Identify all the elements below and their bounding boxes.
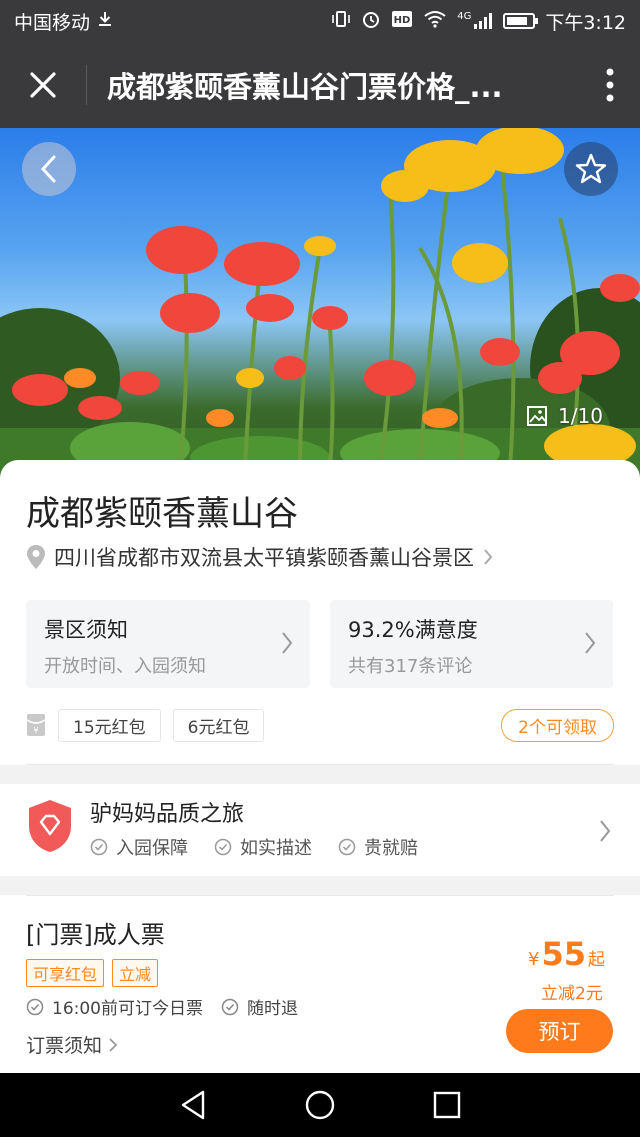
hero-image[interactable]: 1/10: [0, 128, 640, 478]
booking-notice-label: 订票须知: [26, 1035, 103, 1057]
nav-recents-button[interactable]: [427, 1085, 467, 1125]
status-left: 中国移动: [14, 8, 114, 35]
book-button[interactable]: 预订: [506, 1009, 613, 1053]
rating-title: 93.2%满意度: [348, 618, 478, 642]
photo-counter-text: 1/10: [558, 404, 603, 428]
shield-diamond-icon: [29, 800, 71, 852]
download-icon: [96, 10, 114, 32]
attraction-info-card: 成都紫颐香薰山谷 四川省成都市双流县太平镇紫颐香薰山谷景区 景区须知 开放时间、…: [0, 460, 640, 765]
address-text: 四川省成都市双流县太平镇紫颐香薰山谷景区: [54, 546, 474, 570]
chevron-right-icon: [109, 1037, 118, 1052]
network-type: 4G: [457, 11, 472, 22]
quality-feature-label: 贵就赔: [364, 838, 418, 859]
close-button[interactable]: [0, 42, 86, 128]
wifi-icon: [423, 10, 447, 32]
coupon-tag[interactable]: 15元红包: [58, 708, 161, 742]
nav-home-button[interactable]: [300, 1085, 340, 1125]
photo-counter[interactable]: 1/10: [526, 404, 603, 428]
ticket-price: ¥ 55 起: [528, 935, 605, 973]
clock: 下午3:12: [545, 11, 626, 34]
chevron-right-icon: [600, 820, 611, 842]
more-menu-button[interactable]: [580, 42, 640, 128]
carrier-label: 中国移动: [14, 11, 91, 34]
ticket-feature: 16:00前可订今日票: [26, 994, 203, 1019]
chevron-right-icon: [585, 632, 596, 654]
scenic-notice-card[interactable]: 景区须知 开放时间、入园须知: [26, 600, 310, 688]
ticket-tag: 可享红包: [26, 959, 105, 987]
title-bar: 成都紫颐香薰山谷门票价格_...: [0, 42, 640, 128]
battery-level: [507, 17, 527, 25]
ticket-item[interactable]: [门票]成人票 可享红包 立减 16:00前可订今日票 随时退 订票须知 ¥ 5…: [0, 895, 640, 1073]
attraction-name: 成都紫颐香薰山谷: [26, 494, 298, 534]
vibrate-icon: [331, 10, 351, 32]
svg-text:HD: HD: [394, 15, 411, 26]
address-link[interactable]: 四川省成都市双流县太平镇紫颐香薰山谷景区: [26, 542, 494, 572]
rating-card[interactable]: 93.2%满意度 共有317条评论: [330, 600, 613, 688]
home-circle-icon: [305, 1090, 335, 1120]
quality-feature-label: 如实描述: [240, 838, 312, 859]
hd-icon: HD: [391, 10, 413, 32]
review-count: 共有317条评论: [348, 656, 473, 677]
quality-title: 驴妈妈品质之旅: [90, 802, 245, 827]
discount-label: 立减2元: [541, 984, 603, 1004]
red-envelope-icon: ¥: [26, 714, 46, 736]
ticket-features: 16:00前可订今日票 随时退: [26, 994, 298, 1019]
coupon-row: ¥ 15元红包 6元红包 2个可领取: [26, 708, 614, 742]
claim-coupons-button[interactable]: 2个可领取: [501, 708, 614, 742]
signal-icon: 4G: [457, 12, 493, 30]
scenic-notice-title: 景区须知: [44, 618, 128, 642]
back-triangle-icon: [182, 1090, 205, 1120]
check-circle-icon: [90, 838, 108, 856]
quality-feature-label: 入园保障: [116, 838, 188, 859]
quality-feature: 如实描述: [214, 834, 312, 860]
status-bar: 中国移动 HD 4G 下午3:12: [0, 0, 640, 42]
recents-square-icon: [433, 1091, 460, 1119]
favorite-button[interactable]: [564, 142, 618, 196]
quality-feature: 贵就赔: [338, 834, 418, 860]
currency-symbol: ¥: [528, 949, 540, 970]
divider: [26, 895, 614, 896]
star-icon: [575, 153, 607, 184]
check-circle-icon: [214, 838, 232, 856]
battery-icon: [503, 13, 539, 29]
chevron-right-icon: [484, 549, 493, 565]
chevron-left-icon: [40, 155, 56, 183]
svg-text:¥: ¥: [33, 726, 38, 735]
quality-features: 入园保障 如实描述 贵就赔: [90, 834, 418, 860]
check-circle-icon: [221, 998, 239, 1015]
more-vertical-icon: [606, 68, 614, 102]
quality-guarantee-bar[interactable]: 驴妈妈品质之旅 入园保障 如实描述 贵就赔: [0, 784, 640, 876]
nav-back-button[interactable]: [173, 1085, 213, 1125]
check-circle-icon: [338, 838, 356, 856]
page-title: 成都紫颐香薰山谷门票价格_...: [107, 70, 503, 104]
chevron-right-icon: [282, 632, 293, 654]
system-nav-bar: [0, 1073, 640, 1137]
alarm-icon: [361, 9, 381, 33]
image-icon: [527, 406, 547, 426]
ticket-tag: 立减: [112, 959, 159, 987]
price-value: 55: [541, 935, 586, 973]
ticket-feature-label: 随时退: [247, 999, 298, 1019]
ticket-tags: 可享红包 立减: [26, 959, 159, 987]
back-button[interactable]: [22, 142, 76, 196]
ticket-feature-label: 16:00前可订今日票: [52, 999, 203, 1019]
coupon-tag[interactable]: 6元红包: [172, 708, 265, 742]
quality-feature: 入园保障: [90, 834, 188, 860]
booking-notice-link[interactable]: 订票须知: [26, 1031, 118, 1058]
divider: [26, 764, 614, 765]
status-right: HD 4G 下午3:12: [331, 8, 626, 35]
ticket-name: [门票]成人票: [26, 921, 165, 949]
location-pin-icon: [27, 545, 45, 569]
scenic-notice-subtitle: 开放时间、入园须知: [44, 656, 206, 677]
close-icon: [30, 72, 56, 98]
price-suffix: 起: [587, 950, 605, 970]
ticket-feature: 随时退: [221, 994, 298, 1019]
check-circle-icon: [26, 998, 44, 1015]
